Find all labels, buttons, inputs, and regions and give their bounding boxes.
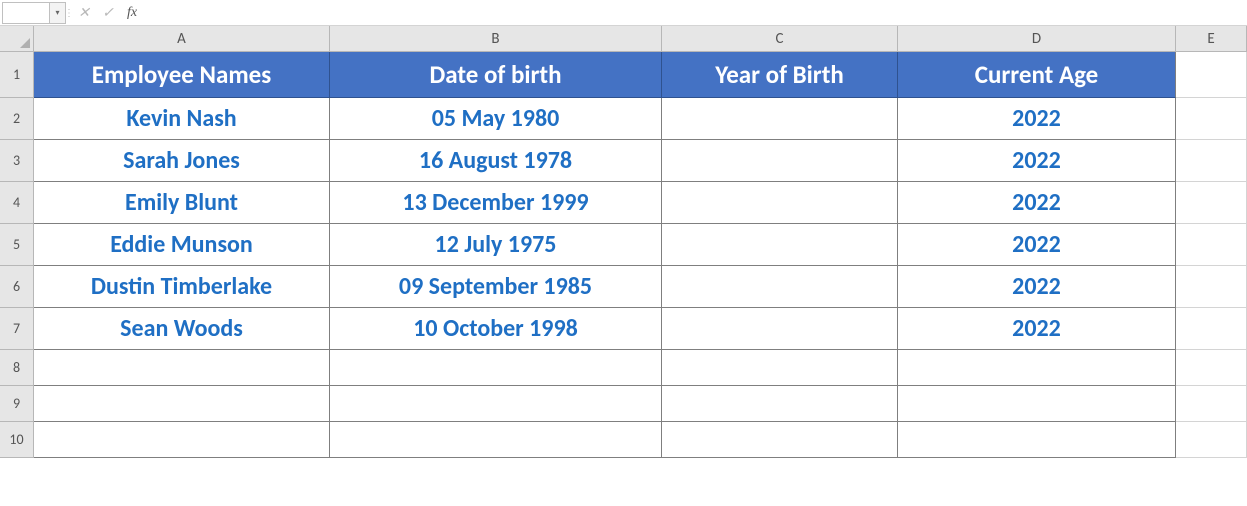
cell-E8[interactable] (1176, 350, 1247, 386)
cell-A10[interactable] (34, 422, 330, 458)
cell-C1[interactable]: Year of Birth (662, 52, 898, 98)
cell-E7[interactable] (1176, 308, 1247, 350)
cell-A3[interactable]: Sarah Jones (34, 140, 330, 182)
spreadsheet-window: ▾ ⋮ ✕ ✓ fx A B C D E 1 Employee Names Da… (0, 0, 1247, 506)
row-header-6[interactable]: 6 (0, 266, 34, 308)
cell-C7[interactable] (662, 308, 898, 350)
col-header-E[interactable]: E (1176, 26, 1247, 52)
cell-A7[interactable]: Sean Woods (34, 308, 330, 350)
cell-D8[interactable] (898, 350, 1176, 386)
cell-B1[interactable]: Date of birth (330, 52, 662, 98)
cell-C5[interactable] (662, 224, 898, 266)
cancel-icon[interactable]: ✕ (72, 2, 96, 24)
row-header-7[interactable]: 7 (0, 308, 34, 350)
row-header-9[interactable]: 9 (0, 386, 34, 422)
cell-C9[interactable] (662, 386, 898, 422)
enter-icon[interactable]: ✓ (96, 2, 120, 24)
cell-B4[interactable]: 13 December 1999 (330, 182, 662, 224)
formula-bar: ▾ ⋮ ✕ ✓ fx (0, 0, 1247, 26)
cell-C10[interactable] (662, 422, 898, 458)
col-header-A[interactable]: A (34, 26, 330, 52)
row-header-10[interactable]: 10 (0, 422, 34, 458)
cell-B8[interactable] (330, 350, 662, 386)
cell-D6[interactable]: 2022 (898, 266, 1176, 308)
col-header-C[interactable]: C (662, 26, 898, 52)
col-header-D[interactable]: D (898, 26, 1176, 52)
cell-E6[interactable] (1176, 266, 1247, 308)
cell-C4[interactable] (662, 182, 898, 224)
cell-A9[interactable] (34, 386, 330, 422)
cell-A4[interactable]: Emily Blunt (34, 182, 330, 224)
cell-D7[interactable]: 2022 (898, 308, 1176, 350)
row-header-1[interactable]: 1 (0, 52, 34, 98)
cell-D2[interactable]: 2022 (898, 98, 1176, 140)
row-header-5[interactable]: 5 (0, 224, 34, 266)
cell-B7[interactable]: 10 October 1998 (330, 308, 662, 350)
cell-B3[interactable]: 16 August 1978 (330, 140, 662, 182)
cell-E9[interactable] (1176, 386, 1247, 422)
cell-E2[interactable] (1176, 98, 1247, 140)
cell-E10[interactable] (1176, 422, 1247, 458)
cell-D4[interactable]: 2022 (898, 182, 1176, 224)
cell-B10[interactable] (330, 422, 662, 458)
cell-C2[interactable] (662, 98, 898, 140)
cell-E1[interactable] (1176, 52, 1247, 98)
cell-D3[interactable]: 2022 (898, 140, 1176, 182)
row-header-2[interactable]: 2 (0, 98, 34, 140)
row-header-3[interactable]: 3 (0, 140, 34, 182)
cell-A6[interactable]: Dustin Timberlake (34, 266, 330, 308)
cell-D10[interactable] (898, 422, 1176, 458)
cell-B9[interactable] (330, 386, 662, 422)
col-header-B[interactable]: B (330, 26, 662, 52)
cell-E4[interactable] (1176, 182, 1247, 224)
formula-input[interactable] (144, 2, 1247, 24)
cell-C6[interactable] (662, 266, 898, 308)
cell-C3[interactable] (662, 140, 898, 182)
cell-A5[interactable]: Eddie Munson (34, 224, 330, 266)
cell-A8[interactable] (34, 350, 330, 386)
cell-A2[interactable]: Kevin Nash (34, 98, 330, 140)
cell-D1[interactable]: Current Age (898, 52, 1176, 98)
cell-D9[interactable] (898, 386, 1176, 422)
select-all-corner[interactable] (0, 26, 34, 52)
cell-B6[interactable]: 09 September 1985 (330, 266, 662, 308)
cell-B5[interactable]: 12 July 1975 (330, 224, 662, 266)
cell-D5[interactable]: 2022 (898, 224, 1176, 266)
cell-A1[interactable]: Employee Names (34, 52, 330, 98)
row-header-4[interactable]: 4 (0, 182, 34, 224)
spreadsheet-grid: A B C D E 1 Employee Names Date of birth… (0, 26, 1247, 458)
cell-B2[interactable]: 05 May 1980 (330, 98, 662, 140)
fx-icon[interactable]: fx (120, 2, 144, 24)
row-header-8[interactable]: 8 (0, 350, 34, 386)
cell-C8[interactable] (662, 350, 898, 386)
cell-E3[interactable] (1176, 140, 1247, 182)
name-box[interactable] (2, 2, 50, 24)
cell-E5[interactable] (1176, 224, 1247, 266)
